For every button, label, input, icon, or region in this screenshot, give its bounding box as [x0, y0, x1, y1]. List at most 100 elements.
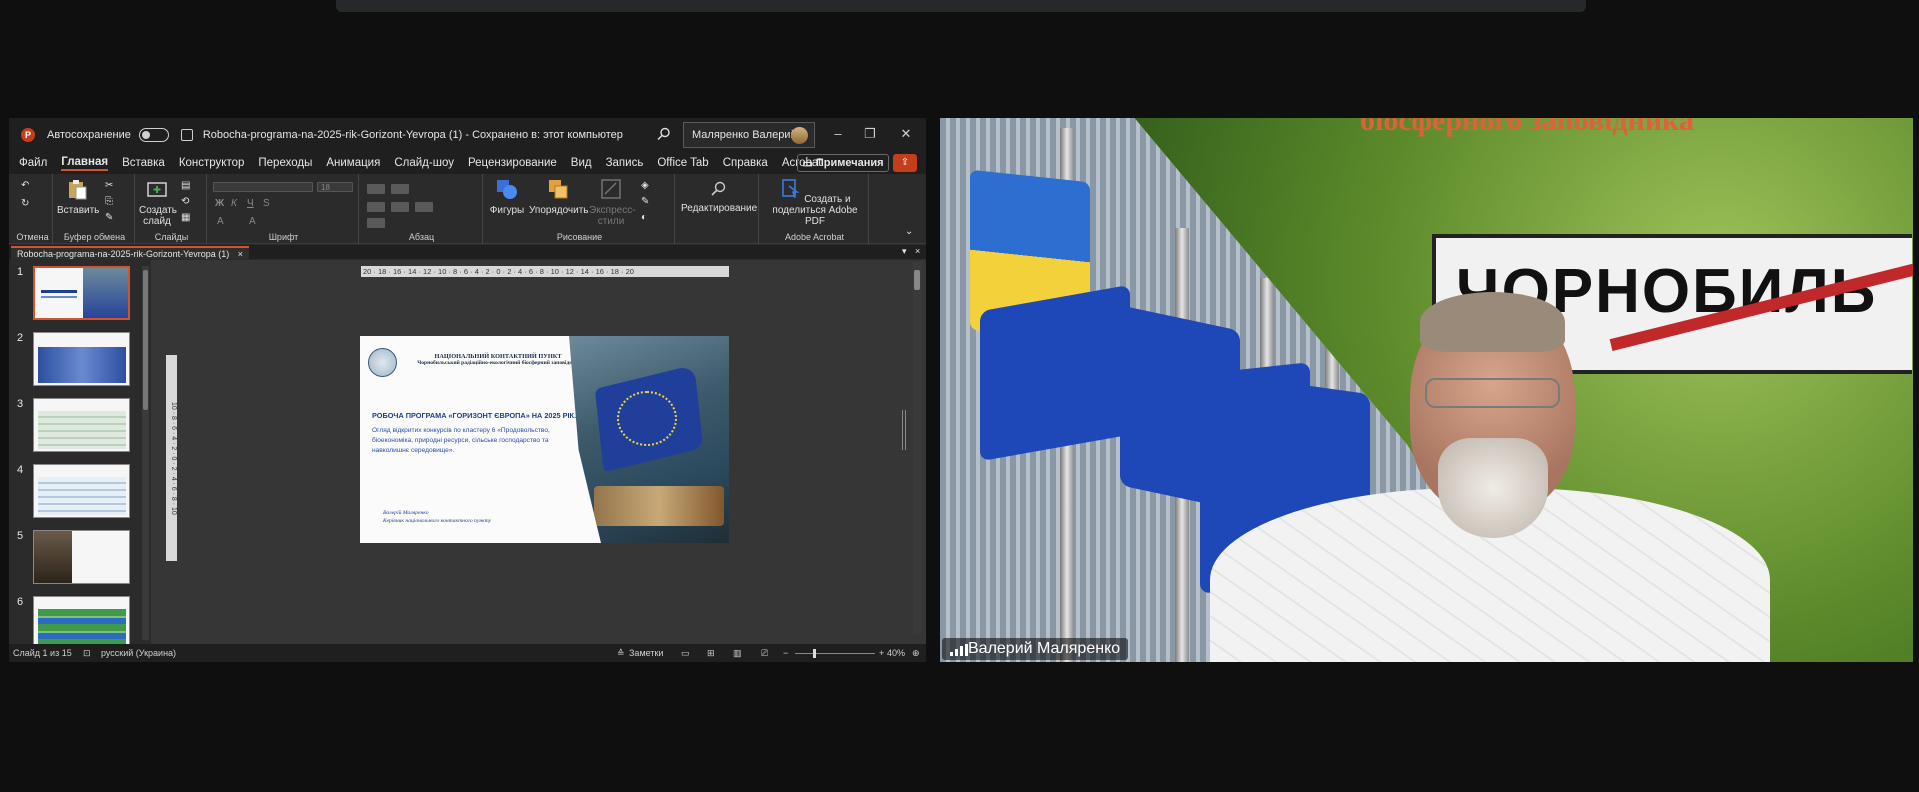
slide-thumbnail-1[interactable]	[33, 266, 130, 320]
copy-icon[interactable]: ⎘	[105, 196, 113, 207]
editing-button[interactable]: Редактирование	[681, 180, 757, 214]
shapes-button[interactable]: Фигуры	[489, 178, 525, 216]
notes-toggle[interactable]: Заметки	[629, 648, 663, 658]
eu-stars-icon	[617, 391, 677, 446]
share-icon[interactable]: ⇪	[893, 154, 917, 172]
shape-outline-icon[interactable]: ✎	[641, 196, 649, 207]
slide-thumbnail-4[interactable]	[33, 464, 130, 518]
align-left-icon[interactable]	[367, 202, 385, 212]
tab-view[interactable]: Вид	[571, 157, 592, 169]
slide-header-reserve: Чорнобильський радіаційно-екологічний бі…	[417, 360, 579, 366]
slide-thumbnail-3[interactable]	[33, 398, 130, 452]
zoom-slider[interactable]	[795, 649, 875, 658]
underline-icon[interactable]: Ч	[247, 198, 254, 209]
tab-home[interactable]: Главная	[61, 156, 109, 171]
shadow-icon[interactable]: S	[263, 198, 270, 209]
fit-slide-icon[interactable]: ⊕	[912, 648, 920, 659]
font-name-input[interactable]	[213, 182, 313, 192]
font-color-icon[interactable]: A	[217, 216, 224, 227]
slides-group: Создать слайд ▤ ⟲ ▦ Слайды	[137, 174, 207, 244]
shapes-icon	[497, 180, 517, 199]
account-box[interactable]: Маляренко Валерий	[683, 122, 815, 148]
redo-icon[interactable]: ↻	[21, 198, 29, 209]
accessibility-icon[interactable]: ⊡	[83, 648, 91, 659]
shape-effects-icon[interactable]: ◐	[641, 212, 647, 223]
comment-icon: ▭	[802, 157, 813, 170]
undo-icon[interactable]: ↶	[21, 180, 29, 191]
eu-flag-icon	[980, 284, 1130, 462]
bold-icon[interactable]: Ж	[215, 198, 224, 209]
close-icon[interactable]: ✕	[898, 126, 914, 142]
arrange-button[interactable]: Упорядочить	[529, 178, 589, 216]
document-tab-strip: Robocha-programa-na-2025-rik-Gorizont-Ye…	[9, 245, 926, 259]
drawing-group-label: Рисование	[556, 232, 603, 242]
tab-strip-close-icon[interactable]: ×	[915, 246, 920, 256]
thumbnail-scrollbar[interactable]	[142, 266, 149, 640]
text-highlight-icon[interactable]: A	[249, 216, 256, 227]
cut-icon[interactable]: ✂	[105, 180, 113, 191]
justify-icon[interactable]	[367, 218, 385, 228]
numbering-icon[interactable]	[391, 184, 409, 194]
align-right-icon[interactable]	[415, 202, 433, 212]
font-size-input[interactable]: 18	[317, 182, 353, 192]
new-slide-button[interactable]: Создать слайд	[139, 178, 177, 227]
tab-transitions[interactable]: Переходы	[258, 157, 312, 169]
shape-fill-icon[interactable]: ◈	[641, 180, 649, 191]
tab-animation[interactable]: Анимация	[326, 157, 380, 169]
tab-review[interactable]: Рецензирование	[468, 157, 557, 169]
italic-icon[interactable]: К	[231, 198, 237, 209]
tab-design[interactable]: Конструктор	[179, 157, 245, 169]
format-painter-icon[interactable]: ✎	[105, 212, 113, 223]
collapse-ribbon-icon[interactable]: ⌄	[905, 226, 913, 237]
tab-slideshow[interactable]: Слайд-шоу	[394, 157, 454, 169]
participant-video-tile: біосферного заповідника ЧОРНОБИЛЬ Валери…	[940, 118, 1913, 662]
pdf-share-icon	[782, 179, 800, 199]
zoom-in-icon[interactable]: +	[879, 648, 884, 658]
slide-thumbnail-5[interactable]	[33, 530, 130, 584]
paste-button[interactable]: Вставить	[57, 178, 99, 216]
align-center-icon[interactable]	[391, 202, 409, 212]
slide-thumbnail-6[interactable]	[33, 596, 130, 644]
save-icon[interactable]	[180, 129, 193, 141]
title-bar: P Автосохранение Robocha-programa-na-202…	[9, 118, 926, 152]
autosave-toggle[interactable]	[138, 128, 169, 142]
pane-splitter-handle[interactable]	[902, 410, 906, 450]
tab-office-tab[interactable]: Office Tab	[657, 157, 708, 169]
current-slide[interactable]: НАЦІОНАЛЬНИЙ КОНТАКТНИЙ ПУНКТ Чорнобильс…	[360, 336, 729, 543]
slide-thumbnail-2[interactable]	[33, 332, 130, 386]
language-label[interactable]: русский (Украина)	[101, 648, 176, 658]
slide-scrollbar[interactable]	[913, 262, 921, 634]
document-tab[interactable]: Robocha-programa-na-2025-rik-Gorizont-Ye…	[11, 246, 250, 259]
status-bar: Слайд 1 из 15 ⊡ русский (Украина) ≙ Заме…	[9, 644, 926, 662]
express-styles-button[interactable]: Экспресс-стили	[589, 178, 636, 227]
tab-insert[interactable]: Вставка	[122, 157, 165, 169]
zoom-level[interactable]: 40%	[887, 648, 905, 658]
reading-view-icon[interactable]: ▥	[733, 648, 742, 659]
search-icon[interactable]	[657, 127, 671, 141]
document-title[interactable]: Robocha-programa-na-2025-rik-Gorizont-Ye…	[203, 129, 623, 141]
layout-icon[interactable]: ▤	[181, 180, 190, 191]
section-icon[interactable]: ▦	[181, 212, 190, 223]
notes-button-label: Примечания	[815, 157, 884, 169]
restore-icon[interactable]: ❐	[862, 126, 878, 142]
tab-list-chevron-icon[interactable]: ▾	[902, 246, 907, 257]
notes-icon[interactable]: ≙	[617, 648, 625, 659]
create-pdf-button[interactable]: Создать и поделиться Adobe PDF	[763, 178, 867, 227]
sorter-view-icon[interactable]: ⊞	[707, 648, 715, 659]
tab-help[interactable]: Справка	[723, 157, 768, 169]
tab-close-icon[interactable]: ×	[238, 249, 243, 259]
thumb-number: 5	[17, 530, 24, 542]
minimize-icon[interactable]: –	[830, 126, 846, 142]
zoom-out-icon[interactable]: −	[783, 648, 788, 658]
normal-view-icon[interactable]: ▭	[681, 648, 690, 659]
tab-file[interactable]: Файл	[19, 157, 47, 169]
hair	[1420, 292, 1565, 352]
tab-record[interactable]: Запись	[606, 157, 644, 169]
express-styles-icon	[601, 179, 621, 199]
bullets-icon[interactable]	[367, 184, 385, 194]
reset-icon[interactable]: ⟲	[181, 196, 189, 207]
slideshow-view-icon[interactable]: ⎚	[761, 648, 768, 659]
zoom-slider-thumb[interactable]	[813, 649, 816, 658]
thumb-number: 3	[17, 398, 24, 410]
notes-button[interactable]: ▭ Примечания	[797, 154, 889, 172]
